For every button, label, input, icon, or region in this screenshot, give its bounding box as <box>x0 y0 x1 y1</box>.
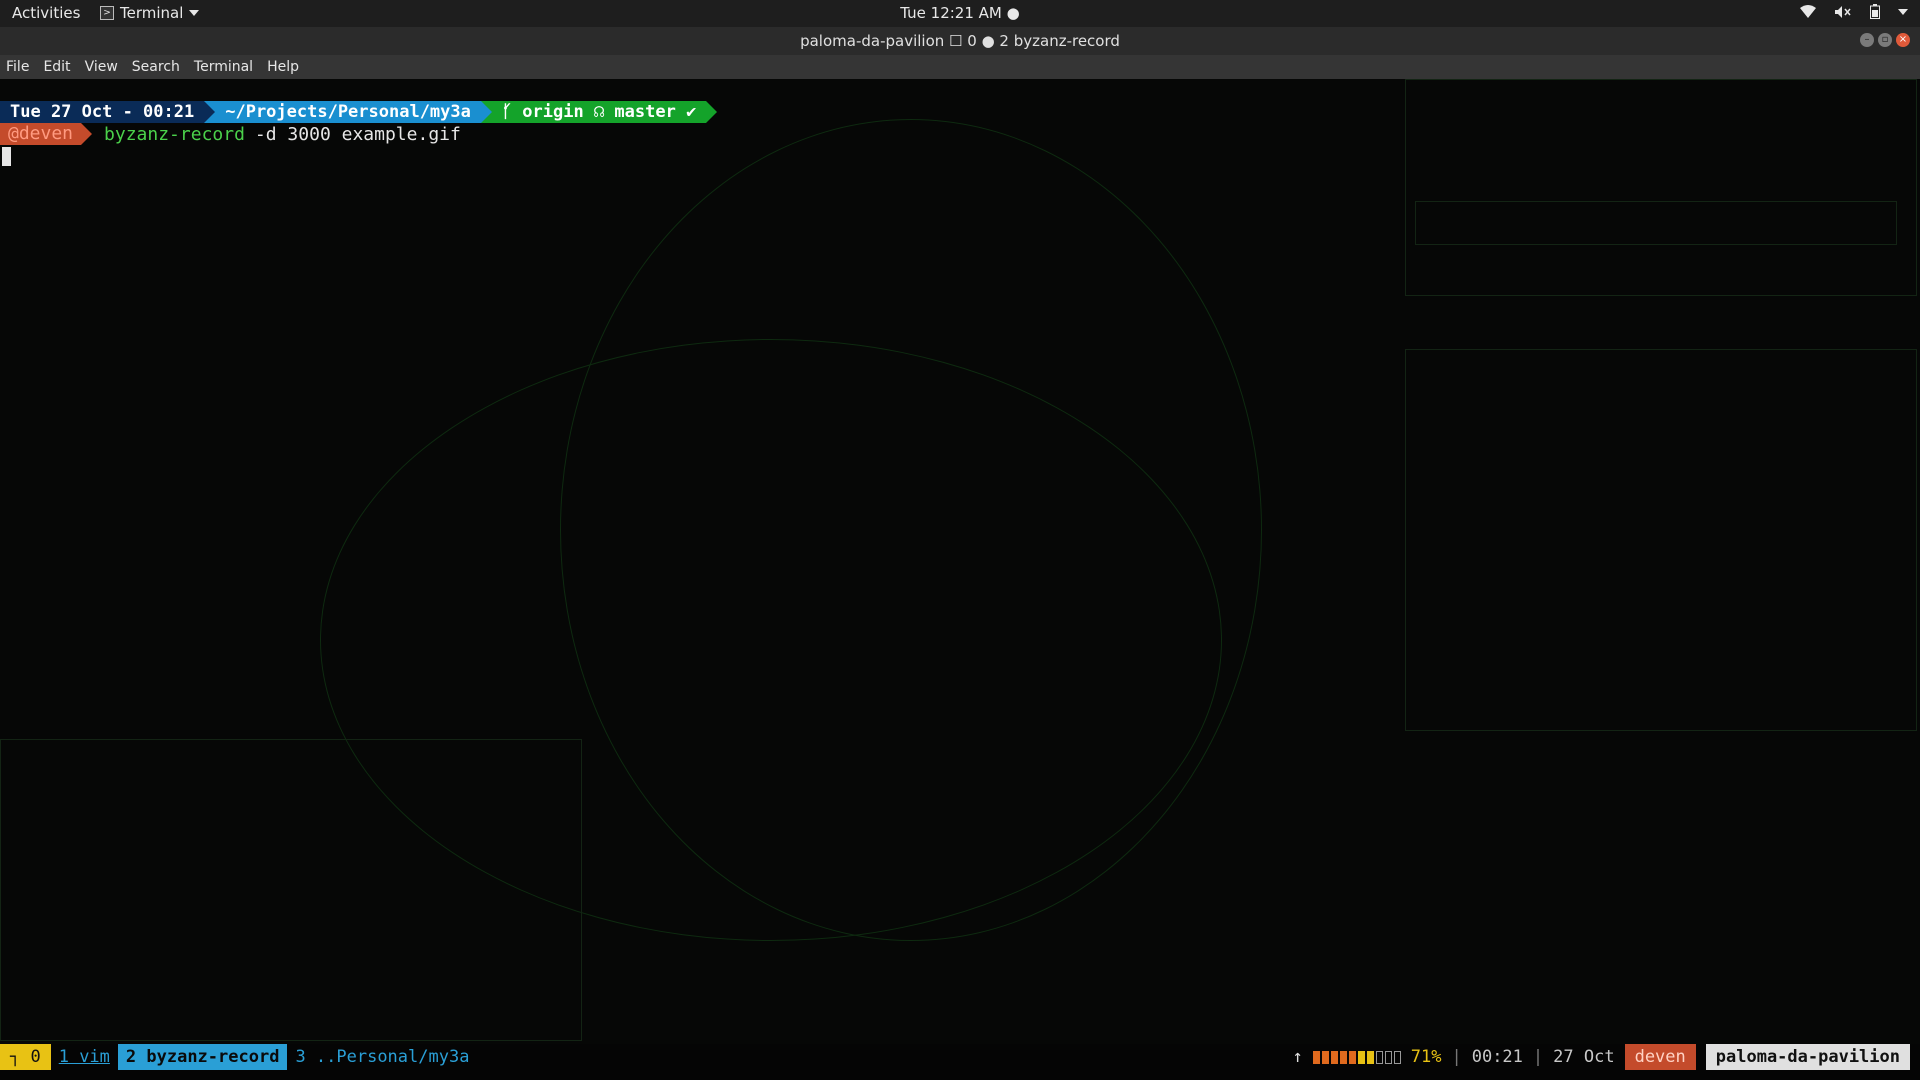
activities-button[interactable]: Activities <box>12 4 80 22</box>
menu-edit[interactable]: Edit <box>43 59 70 75</box>
menu-terminal[interactable]: Terminal <box>194 59 253 75</box>
tmux-session[interactable]: ┐ 0 <box>0 1044 51 1070</box>
bottom-strip <box>0 1070 1920 1080</box>
shell-prompt: Tue 27 Oct - 00:21 ~/Projects/Personal/m… <box>0 101 718 123</box>
prompt-git-branch: ᚶ origin ☊ master ✔ <box>491 101 707 123</box>
menu-view[interactable]: View <box>85 59 118 75</box>
volume-muted-icon <box>1835 5 1851 18</box>
command-line: @deven byzanz-record -d 3000 example.gif <box>0 123 461 145</box>
tmux-window-1[interactable]: 1 vim <box>51 1044 118 1070</box>
prompt-date: Tue 27 Oct - 00:21 <box>0 101 205 123</box>
minimize-button[interactable]: – <box>1860 33 1874 47</box>
battery-block <box>1393 1050 1401 1064</box>
battery-block <box>1384 1050 1392 1064</box>
battery-meter <box>1312 1050 1401 1064</box>
tmux-window-2-active[interactable]: 2 byzanz-record <box>117 1044 288 1070</box>
system-menu-chevron-icon <box>1898 8 1908 15</box>
app-menu-label: Terminal <box>120 4 184 22</box>
command-name: byzanz-record <box>104 123 245 145</box>
window-title: paloma-da-pavilion ☐ 0 ● 2 byzanz-record <box>800 32 1120 50</box>
status-time: 00:21 <box>1471 1047 1523 1067</box>
tmux-right: ↑ 71% | 00:21 | 27 Oct deven paloma-da-p… <box>1292 1044 1910 1070</box>
battery-block <box>1348 1050 1356 1064</box>
battery-block <box>1339 1050 1347 1064</box>
separator: | <box>1532 1047 1544 1067</box>
prompt-separator <box>204 101 216 123</box>
gnome-top-bar: Activities > Terminal Tue 12:21 AM ● <box>0 0 1920 27</box>
terminal-cursor <box>2 147 11 166</box>
wallpaper-decoration <box>0 739 582 1041</box>
tmux-window-3[interactable]: 3 ..Personal/my3a <box>287 1044 477 1070</box>
maximize-button[interactable]: ▫ <box>1878 33 1892 47</box>
terminal-icon: > <box>100 6 114 20</box>
tmux-left: ┐ 0 1 vim 2 byzanz-record 3 ..Personal/m… <box>0 1044 477 1070</box>
battery-icon <box>1870 4 1880 19</box>
prompt-separator <box>480 101 492 123</box>
battery-percent: 71% <box>1410 1047 1442 1067</box>
menu-file[interactable]: File <box>6 59 29 75</box>
close-button[interactable]: × <box>1896 33 1910 47</box>
battery-block <box>1366 1050 1374 1064</box>
prompt-separator <box>81 123 93 145</box>
battery-block <box>1375 1050 1383 1064</box>
prompt-path: ~/Projects/Personal/my3a <box>215 101 481 123</box>
status-date: 27 Oct <box>1553 1047 1615 1067</box>
app-menu[interactable]: > Terminal <box>100 4 200 22</box>
system-tray[interactable] <box>1800 4 1908 19</box>
wallpaper-decoration <box>1405 349 1917 731</box>
up-arrow-icon: ↑ <box>1292 1047 1303 1067</box>
prompt-separator <box>706 101 718 123</box>
menu-search[interactable]: Search <box>132 59 180 75</box>
wallpaper-decoration <box>1415 201 1897 245</box>
battery-block <box>1330 1050 1338 1064</box>
battery-block <box>1312 1050 1320 1064</box>
status-host: paloma-da-pavilion <box>1705 1044 1910 1070</box>
menu-help[interactable]: Help <box>267 59 299 75</box>
battery-block <box>1321 1050 1329 1064</box>
terminal-view[interactable]: Tue 27 Oct - 00:21 ~/Projects/Personal/m… <box>0 79 1920 1044</box>
clock-label[interactable]: Tue 12:21 AM ● <box>900 4 1019 22</box>
wifi-icon <box>1800 4 1816 18</box>
separator: | <box>1451 1047 1462 1067</box>
status-user: deven <box>1624 1044 1696 1070</box>
battery-block <box>1357 1050 1365 1064</box>
wallpaper-decoration <box>1405 79 1917 296</box>
tmux-status-bar: ┐ 0 1 vim 2 byzanz-record 3 ..Personal/m… <box>0 1044 1920 1070</box>
prompt-user: @deven <box>0 123 82 145</box>
clock: Tue 12:21 AM ● <box>0 4 1920 22</box>
command-args: -d 3000 example.gif <box>254 123 461 145</box>
menu-bar: File Edit View Search Terminal Help <box>0 55 1920 79</box>
window-controls: – ▫ × <box>1860 33 1910 47</box>
window-title-bar[interactable]: paloma-da-pavilion ☐ 0 ● 2 byzanz-record… <box>0 27 1920 55</box>
chevron-down-icon <box>189 10 200 16</box>
